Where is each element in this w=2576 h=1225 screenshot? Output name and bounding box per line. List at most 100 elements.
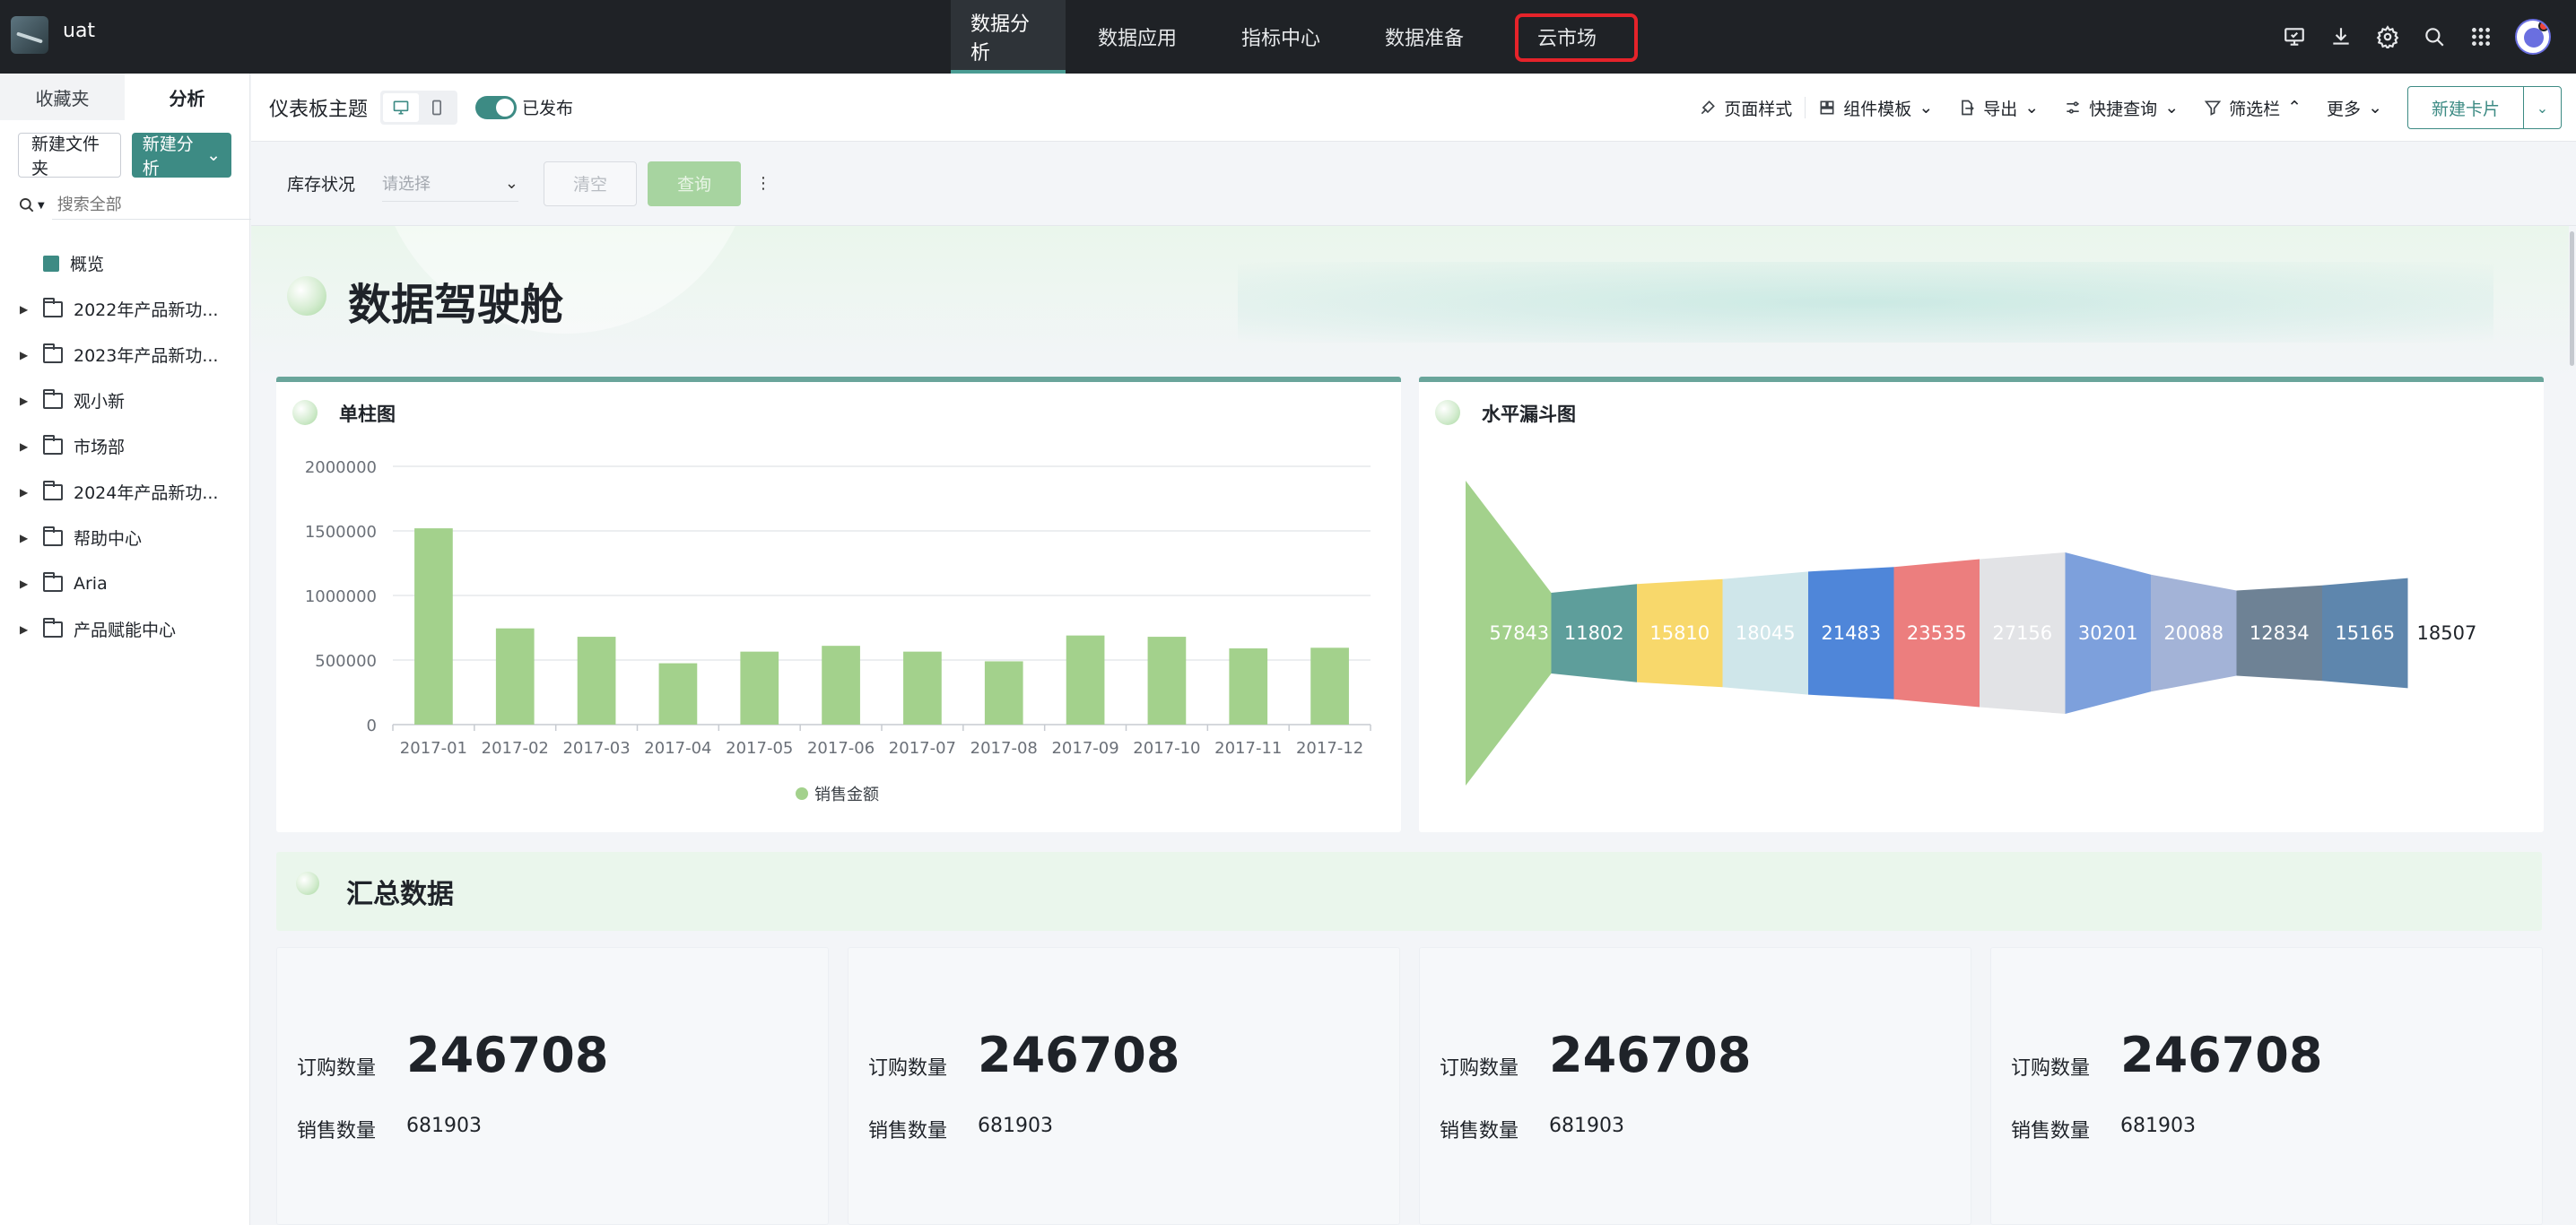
y-tick-label: 0 [367, 717, 377, 735]
funnel-chart-panel[interactable]: 水平漏斗图 57843 11802 15810 18045 21483 23535 2715… [1419, 377, 2544, 832]
toolbar-actions: 页面样式 组件模板 ⌄ 导出 ⌄ 快捷查询 ⌄ 筛选栏 ⌃ 更多 ⌄ 新建卡片 [1686, 74, 2562, 142]
x-tick-label: 2017-10 [1133, 739, 1200, 758]
new-card-dropdown-chevron-icon[interactable]: ⌄ [2523, 87, 2561, 128]
kpi-card[interactable]: 订购数量 246708 销售数量 681903 [1990, 947, 2543, 1225]
sidebar-item-folder[interactable]: ▶ 产品赋能中心 [0, 606, 249, 652]
more-button[interactable]: 更多 ⌄ [2314, 96, 2395, 120]
canvas-scrollbar-thumb[interactable] [2570, 231, 2574, 366]
filter-icon [2204, 100, 2222, 116]
bar-chart-panel[interactable]: 单柱图 0 500000 1000000 1500000 2000000 2017-01 2… [276, 377, 1401, 832]
sidebar-item-folder[interactable]: ▶ 市场部 [0, 423, 249, 469]
download-icon[interactable] [2328, 24, 2354, 49]
bar [495, 628, 535, 725]
new-folder-button[interactable]: 新建文件夹 [18, 133, 121, 178]
inventory-status-label: 库存状况 [287, 175, 356, 195]
nav-item-data-application[interactable]: 数据应用 [1066, 0, 1209, 74]
query-button[interactable]: 查询 [648, 161, 742, 206]
kpi-card[interactable]: 订购数量 246708 销售数量 681903 [276, 947, 829, 1225]
search-input[interactable] [51, 191, 259, 220]
sidebar-item-folder[interactable]: ▶ 2023年产品新功... [0, 332, 249, 378]
funnel-value-label: 15165 [2335, 622, 2395, 644]
new-card-button[interactable]: 新建卡片 [2408, 87, 2523, 128]
y-tick-label: 2000000 [305, 458, 377, 477]
caret-right-icon[interactable]: ▶ [20, 578, 34, 590]
funnel-value-label: 27156 [1992, 622, 2052, 644]
caret-right-icon[interactable]: ▶ [20, 303, 34, 316]
x-tick-label: 2017-03 [562, 739, 630, 758]
sidebar-item-folder[interactable]: ▶ 2024年产品新功... [0, 469, 249, 515]
tab-analysis[interactable]: 分析 [125, 74, 249, 120]
filter-more-icon[interactable]: ⋮ [755, 174, 771, 193]
sidebar-item-overview[interactable]: 概览 [0, 240, 249, 286]
title-bullet-icon [287, 276, 326, 316]
caret-right-icon[interactable]: ▶ [20, 440, 34, 453]
folder-icon [43, 480, 63, 500]
chart-icon [43, 255, 59, 272]
chevron-down-icon: ⌄ [2368, 98, 2382, 117]
desktop-view-button[interactable] [383, 92, 420, 122]
left-sidebar: 收藏夹 分析 新建文件夹 新建分析 ⌄ ▼ 概览 ▶ 2022年产品新功... … [0, 74, 283, 1225]
export-button[interactable]: 导出 ⌄ [1945, 96, 2051, 120]
dashboard-theme-label[interactable]: 仪表板主题 [269, 93, 368, 122]
kpi-card[interactable]: 订购数量 246708 销售数量 681903 [1419, 947, 1971, 1225]
kpi-label: 订购数量 [297, 1057, 377, 1080]
folder-icon [43, 343, 63, 363]
funnel-value-label: 21483 [1821, 622, 1881, 644]
inventory-status-select[interactable]: 请选择 ⌄ [382, 166, 519, 202]
monitor-icon[interactable] [2282, 24, 2307, 49]
caret-right-icon[interactable]: ▶ [20, 532, 34, 544]
kpi-card[interactable]: 订购数量 246708 销售数量 681903 [848, 947, 1400, 1225]
clear-button[interactable]: 清空 [544, 161, 638, 206]
caret-right-icon[interactable]: ▶ [20, 395, 34, 407]
y-tick-label: 500000 [315, 652, 377, 671]
caret-right-icon[interactable]: ▶ [20, 623, 34, 636]
search-icon[interactable]: ▼ [18, 196, 45, 214]
folder-icon [43, 526, 63, 546]
caret-right-icon[interactable]: ▶ [20, 349, 34, 361]
funnel-value-label: 15810 [1649, 622, 1710, 644]
nav-item-data-analysis[interactable]: 数据分析 [951, 0, 1066, 74]
sidebar-item-folder[interactable]: ▶ 观小新 [0, 378, 249, 423]
select-placeholder: 请选择 [382, 175, 431, 194]
component-template-button[interactable]: 组件模板 ⌄ [1806, 96, 1945, 120]
page-style-button[interactable]: 页面样式 [1686, 96, 1805, 120]
nav-item-cloud-market[interactable]: 云市场 [1510, 0, 1623, 74]
search-icon[interactable] [2422, 24, 2447, 49]
sidebar-item-folder[interactable]: ▶ Aria [0, 560, 249, 606]
new-analysis-button[interactable]: 新建分析 ⌄ [131, 133, 231, 178]
tab-favorites[interactable]: 收藏夹 [0, 74, 125, 120]
filter-bar-button[interactable]: 筛选栏 ⌃ [2191, 96, 2314, 120]
kpi-value: 246708 [1549, 1027, 1752, 1083]
publish-status-label: 已发布 [522, 99, 574, 118]
page-style-label: 页面样式 [1724, 99, 1793, 119]
caret-right-icon[interactable]: ▶ [20, 486, 34, 499]
y-tick-label: 1500000 [305, 523, 377, 542]
template-icon [1820, 100, 1834, 115]
funnel-chart: 57843 11802 15810 18045 21483 23535 27156 30201… [1466, 481, 2477, 786]
mobile-view-button[interactable] [419, 93, 455, 122]
quick-query-button[interactable]: 快捷查询 ⌄ [2051, 96, 2191, 120]
x-tick-label: 2017-06 [807, 739, 875, 758]
app-logo[interactable] [11, 16, 48, 54]
chevron-down-icon: ⌄ [1919, 98, 1934, 117]
nav-item-data-preparation[interactable]: 数据准备 [1353, 0, 1496, 74]
apps-grid-icon[interactable] [2468, 24, 2493, 49]
kpi-value: 246708 [406, 1027, 609, 1083]
canvas-scrollbar[interactable] [2569, 226, 2576, 1225]
sidebar-item-folder[interactable]: ▶ 帮助中心 [0, 515, 249, 560]
gear-icon[interactable] [2375, 24, 2400, 49]
publish-toggle[interactable] [475, 95, 518, 119]
summary-header: 汇总数据 [276, 852, 2542, 931]
x-tick-label: 2017-09 [1051, 739, 1118, 758]
sidebar-item-folder[interactable]: ▶ 2022年产品新功... [0, 286, 249, 332]
nav-item-metric-center[interactable]: 指标中心 [1209, 0, 1353, 74]
funnel-value-label: 18507 [2417, 622, 2477, 644]
sidebar-item-label: 市场部 [74, 438, 126, 457]
user-avatar[interactable] [2515, 19, 2551, 55]
chevron-down-icon: ⌄ [2164, 98, 2180, 117]
sidebar-tree: 概览 ▶ 2022年产品新功... ▶ 2023年产品新功... ▶ 观小新 ▶… [0, 240, 249, 652]
main-nav: 数据分析 数据应用 指标中心 数据准备 云市场 [951, 0, 1623, 74]
x-tick-label: 2017-12 [1296, 739, 1363, 758]
chevron-down-icon: ⌄ [206, 145, 221, 165]
bar-chart: 0 500000 1000000 1500000 2000000 2017-01 2017-… [305, 458, 1371, 804]
